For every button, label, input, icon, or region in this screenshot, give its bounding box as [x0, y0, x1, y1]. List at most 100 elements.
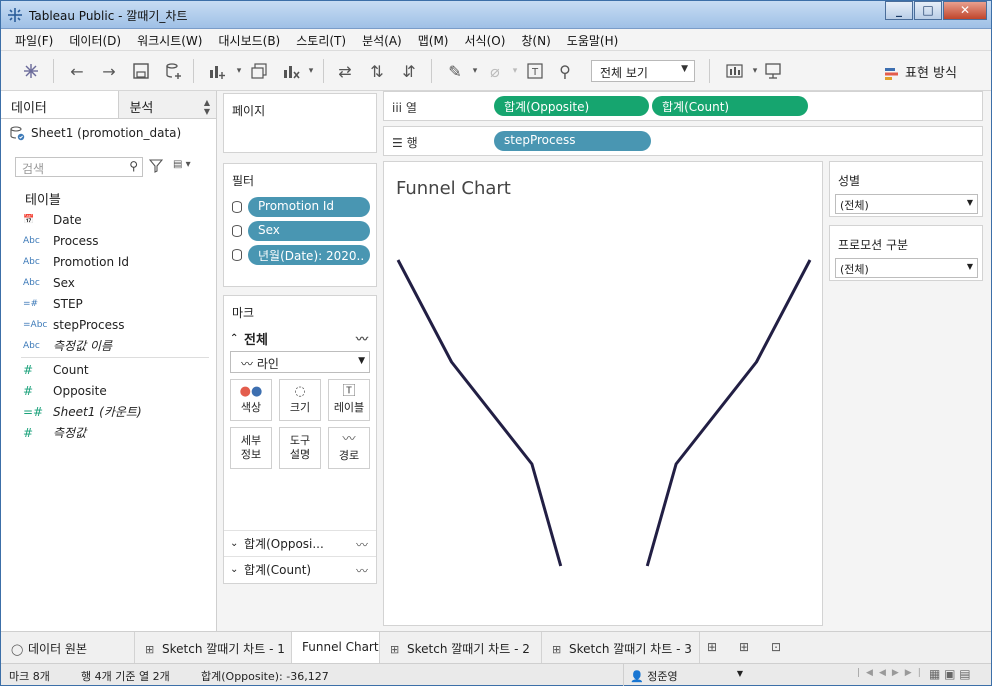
filter-pill[interactable]: Sex: [248, 221, 370, 241]
filter-pill[interactable]: Promotion Id: [248, 197, 370, 217]
color-mark-button[interactable]: ●● 색상: [230, 379, 272, 421]
funnel-chart[interactable]: [384, 162, 824, 627]
maximize-button[interactable]: □: [914, 1, 942, 20]
column-pill[interactable]: 합계(Count): [652, 96, 808, 116]
filter-item[interactable]: Sex: [232, 221, 376, 241]
path-mark-button[interactable]: 〰 경로: [328, 427, 370, 469]
menu-analysis[interactable]: 분석(A): [354, 29, 410, 50]
presentation-mode-icon[interactable]: [761, 59, 785, 83]
menu-data[interactable]: 데이터(D): [61, 29, 129, 50]
sort-descending-icon[interactable]: ⇵: [397, 59, 421, 83]
chevron-down-icon: ⌄: [230, 564, 239, 575]
worksheet-icon: ⊞: [552, 643, 562, 656]
new-worksheet-icon[interactable]: [205, 59, 229, 83]
tab-sheet[interactable]: ⊞ Sketch 깔때기 차트 - 3: [542, 632, 700, 664]
field-item[interactable]: =# Sheet1 (카운트): [23, 401, 213, 422]
field-item[interactable]: # Count: [23, 359, 213, 380]
filter-pill[interactable]: 년월(Date): 2020..: [248, 245, 370, 265]
mark-type-select[interactable]: 〰 라인 ▼: [230, 351, 370, 373]
close-button[interactable]: ✕: [943, 1, 987, 20]
sheet-view-toggle-icons[interactable]: ▦ ▣ ▤: [929, 667, 971, 681]
tableau-logo-icon: [8, 8, 22, 22]
tableau-home-icon[interactable]: [19, 59, 43, 83]
field-search-input[interactable]: 검색 ⚲: [15, 157, 143, 177]
tab-sheet[interactable]: ⊞ Sketch 깔때기 차트 - 2: [380, 632, 542, 664]
sort-ascending-icon[interactable]: ⇅: [365, 59, 389, 83]
tab-data-source[interactable]: ◯ 데이터 원본: [1, 632, 135, 664]
tab-analysis[interactable]: 분석 ▲ ▼: [118, 91, 216, 118]
sheet-nav-buttons[interactable]: |◀◀▶▶|: [857, 668, 927, 678]
filter-item[interactable]: Promotion Id: [232, 197, 376, 217]
duplicate-sheet-icon[interactable]: [247, 59, 271, 83]
pages-card[interactable]: 페이지: [223, 93, 377, 153]
funnel-line-right[interactable]: [645, 259, 812, 567]
marks-opposite-header[interactable]: ⌄ 합계(Opposi... 〰: [224, 530, 376, 556]
new-dashboard-tab-icon[interactable]: ⊞: [739, 640, 757, 656]
pin-axes-icon[interactable]: ⚲: [553, 59, 577, 83]
new-datasource-icon[interactable]: [161, 59, 185, 83]
rows-shelf[interactable]: ☰ 행 stepProcess: [383, 126, 983, 156]
swap-rows-columns-icon[interactable]: ⇄: [333, 59, 357, 83]
tab-data[interactable]: 데이터: [1, 91, 119, 118]
marks-count-header[interactable]: ⌄ 합계(Count) 〰: [224, 556, 376, 582]
field-item[interactable]: =Abc stepProcess: [23, 314, 213, 335]
chevron-down-icon: ⌄: [230, 538, 239, 549]
field-item[interactable]: Abc Process: [23, 230, 213, 251]
filter-item[interactable]: 년월(Date): 2020..: [232, 245, 376, 265]
row-pill[interactable]: stepProcess: [494, 131, 651, 151]
chevron-down-icon[interactable]: ▾: [299, 59, 323, 83]
funnel-line-left[interactable]: [396, 259, 563, 567]
filter-icon[interactable]: [149, 159, 163, 173]
menu-dashboard[interactable]: 대시보드(B): [210, 29, 288, 50]
user-menu[interactable]: 👤 정준영 ▼: [623, 664, 749, 686]
column-pill[interactable]: 합계(Opposite): [494, 96, 649, 116]
quick-filter-select[interactable]: (전체) ▼: [835, 258, 978, 278]
minimize-button[interactable]: _: [885, 1, 913, 20]
field-item[interactable]: # 측정값: [23, 422, 213, 443]
menu-worksheet[interactable]: 워크시트(W): [129, 29, 210, 50]
list-view-icon[interactable]: ▤ ▾: [173, 159, 203, 173]
size-mark-button[interactable]: ◌ 크기: [279, 379, 321, 421]
tab-sheet-active[interactable]: Funnel Chart: [292, 632, 380, 664]
undo-icon[interactable]: ←: [65, 59, 89, 83]
window-title: Tableau Public - 깔때기_차트: [29, 9, 188, 23]
field-item[interactable]: Abc Sex: [23, 272, 213, 293]
field-item[interactable]: # Opposite: [23, 380, 213, 401]
quick-filter-select[interactable]: (전체) ▼: [835, 194, 978, 214]
line-mark-icon: 〰: [355, 538, 368, 552]
worksheet-icon: ⊞: [390, 643, 400, 656]
menu-file[interactable]: 파일(F): [7, 29, 61, 50]
redo-icon[interactable]: →: [97, 59, 121, 83]
viz-view[interactable]: Funnel Chart: [383, 161, 823, 626]
menu-story[interactable]: 스토리(T): [288, 29, 354, 50]
marks-all-header[interactable]: ⌃ 전체 〰: [224, 325, 376, 351]
tooltip-mark-button[interactable]: 도구 설명: [279, 427, 321, 469]
new-story-tab-icon[interactable]: ⊡: [771, 640, 789, 656]
datasource-item[interactable]: Sheet1 (promotion_data): [1, 119, 216, 147]
menu-window[interactable]: 창(N): [513, 29, 558, 50]
field-item[interactable]: Abc Promotion Id: [23, 251, 213, 272]
menu-map[interactable]: 맵(M): [410, 29, 457, 50]
fit-view-select[interactable]: 전체 보기 ▼: [591, 60, 695, 82]
menu-help[interactable]: 도움말(H): [559, 29, 627, 50]
show-me-icon: [885, 67, 898, 80]
show-labels-icon[interactable]: T: [523, 59, 547, 83]
divider: [21, 357, 209, 358]
tab-sheet[interactable]: ⊞ Sketch 깔때기 차트 - 1: [135, 632, 292, 664]
expand-icon: ▲ ▼: [203, 98, 210, 116]
columns-shelf[interactable]: iii 열 합계(Opposite) 합계(Count): [383, 91, 983, 121]
calculated-number-icon: =#: [23, 298, 39, 309]
datasource-icon: [10, 126, 25, 141]
field-item[interactable]: Abc 측정값 이름: [23, 335, 213, 356]
label-mark-button[interactable]: 🅃 레이블: [328, 379, 370, 421]
field-item[interactable]: =# STEP: [23, 293, 213, 314]
new-worksheet-tab-icon[interactable]: ⊞: [707, 640, 725, 656]
chevron-down-icon: ▼: [358, 356, 365, 366]
field-item[interactable]: 📅 Date: [23, 209, 213, 230]
save-icon[interactable]: [129, 59, 153, 83]
menu-format[interactable]: 서식(O): [457, 29, 514, 50]
quick-filter-sex: 성별 (전체) ▼: [829, 161, 983, 217]
dimension-icon: [232, 249, 242, 261]
detail-mark-button[interactable]: 세부 정보: [230, 427, 272, 469]
show-me-button[interactable]: 표현 방식: [885, 62, 957, 81]
